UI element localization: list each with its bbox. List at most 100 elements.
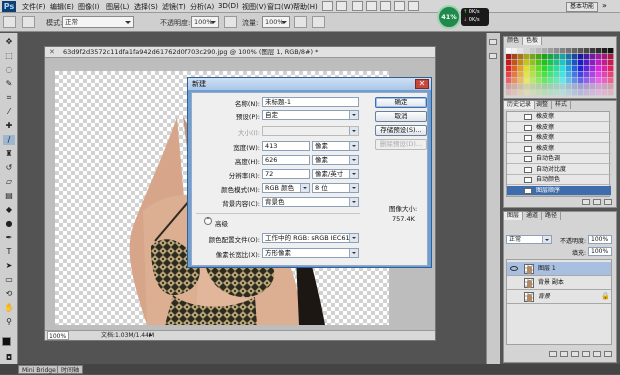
- menu-help[interactable]: 帮助(H): [293, 2, 318, 12]
- panel-collapsed-icon[interactable]: [489, 53, 497, 59]
- minibridge-icon[interactable]: [336, 1, 347, 11]
- color-swatch[interactable]: [596, 54, 602, 60]
- color-swatch[interactable]: [560, 78, 566, 84]
- color-swatch[interactable]: [584, 72, 590, 78]
- color-swatch[interactable]: [512, 72, 518, 78]
- color-swatch[interactable]: [536, 90, 542, 96]
- color-swatch[interactable]: [596, 66, 602, 72]
- new-layer-icon[interactable]: [593, 351, 601, 357]
- color-swatch[interactable]: [584, 60, 590, 66]
- color-swatch[interactable]: [524, 84, 530, 90]
- tab-paths[interactable]: 路径: [542, 212, 562, 220]
- layer-opacity-input[interactable]: 100%: [588, 235, 612, 244]
- color-swatch[interactable]: [548, 48, 554, 54]
- color-swatch[interactable]: [602, 60, 608, 66]
- color-swatch[interactable]: [524, 90, 530, 96]
- type-tool-icon[interactable]: T: [3, 247, 15, 257]
- tab-layers[interactable]: 图层: [504, 212, 524, 220]
- pressure-opacity-icon[interactable]: [224, 16, 237, 28]
- color-swatch[interactable]: [530, 84, 536, 90]
- shape-tool-icon[interactable]: ▭: [3, 275, 15, 285]
- dialog-close-icon[interactable]: ✕: [415, 79, 429, 89]
- color-swatch[interactable]: [530, 90, 536, 96]
- color-swatch[interactable]: [512, 66, 518, 72]
- color-swatch[interactable]: [518, 66, 524, 72]
- color-swatch[interactable]: [524, 54, 530, 60]
- color-swatch[interactable]: [566, 60, 572, 66]
- height-input[interactable]: 626: [262, 155, 310, 165]
- color-swatch[interactable]: [542, 78, 548, 84]
- color-swatch[interactable]: [608, 72, 614, 78]
- color-swatch[interactable]: [512, 54, 518, 60]
- delete-layer-icon[interactable]: [604, 351, 612, 357]
- color-swatch[interactable]: [578, 66, 584, 72]
- color-swatch[interactable]: [506, 84, 512, 90]
- width-unit-select[interactable]: 像素: [312, 141, 359, 151]
- resolution-input[interactable]: 72: [262, 169, 310, 179]
- color-swatch[interactable]: [602, 66, 608, 72]
- color-swatch[interactable]: [566, 54, 572, 60]
- screen-mode-icon[interactable]: [408, 1, 419, 11]
- color-swatch[interactable]: [572, 66, 578, 72]
- color-swatch[interactable]: [506, 54, 512, 60]
- color-swatch[interactable]: [584, 90, 590, 96]
- height-unit-select[interactable]: 像素: [312, 155, 359, 165]
- color-swatch[interactable]: [554, 84, 560, 90]
- layer-row-selected[interactable]: 图层 1: [507, 262, 611, 276]
- rotate-view-icon[interactable]: [380, 1, 391, 11]
- color-swatch[interactable]: [608, 48, 614, 54]
- pen-tool-icon[interactable]: ✒: [3, 233, 15, 243]
- new-group-icon[interactable]: [582, 351, 590, 357]
- color-swatch[interactable]: [542, 60, 548, 66]
- eraser-tool-icon[interactable]: ▱: [3, 177, 15, 187]
- color-swatch[interactable]: [608, 54, 614, 60]
- color-swatch[interactable]: [536, 60, 542, 66]
- color-swatch[interactable]: [524, 60, 530, 66]
- brush-preset-icon[interactable]: [22, 16, 35, 28]
- color-swatch[interactable]: [518, 48, 524, 54]
- color-swatch[interactable]: [608, 84, 614, 90]
- workspace-button[interactable]: 基本功能: [566, 2, 598, 12]
- tab-adjustments[interactable]: 调整: [533, 101, 553, 109]
- width-input[interactable]: 413: [262, 141, 310, 151]
- history-brush-tool-icon[interactable]: ↺: [3, 163, 15, 173]
- color-swatch[interactable]: [566, 72, 572, 78]
- color-swatch[interactable]: [596, 90, 602, 96]
- panel-collapsed-icon[interactable]: [489, 39, 497, 45]
- menu-layer[interactable]: 图层(L): [106, 2, 129, 12]
- color-swatch[interactable]: [608, 78, 614, 84]
- fill-input[interactable]: 100%: [588, 247, 612, 256]
- history-item[interactable]: 橡皮擦: [507, 112, 611, 122]
- color-swatch[interactable]: [578, 78, 584, 84]
- eyedropper-tool-icon[interactable]: ⁄: [3, 107, 15, 117]
- zoom-field[interactable]: 100%: [47, 331, 69, 340]
- swatch-grid[interactable]: [506, 48, 614, 96]
- quick-mask-icon[interactable]: ◘: [3, 353, 15, 362]
- tab-swatches[interactable]: 色板: [523, 37, 543, 45]
- menu-image[interactable]: 图像(I): [78, 2, 100, 12]
- color-swatch[interactable]: [560, 48, 566, 54]
- color-swatch[interactable]: [560, 60, 566, 66]
- menu-3d[interactable]: 3D(D): [218, 2, 239, 10]
- color-swatch[interactable]: [602, 84, 608, 90]
- color-swatch[interactable]: [572, 54, 578, 60]
- color-swatch[interactable]: [566, 66, 572, 72]
- menu-window[interactable]: 窗口(W): [267, 2, 293, 12]
- advanced-toggle-icon[interactable]: ⌃: [204, 217, 212, 225]
- color-swatch[interactable]: [554, 90, 560, 96]
- flow-input[interactable]: 100%: [262, 16, 290, 28]
- color-swatch[interactable]: [584, 78, 590, 84]
- airbrush-icon[interactable]: [294, 16, 307, 28]
- opacity-input[interactable]: 100%: [191, 16, 219, 28]
- color-swatch[interactable]: [590, 60, 596, 66]
- color-swatch[interactable]: [512, 84, 518, 90]
- color-swatch[interactable]: [542, 66, 548, 72]
- pixel-aspect-select[interactable]: 方形像素: [262, 248, 359, 258]
- color-swatch[interactable]: [518, 84, 524, 90]
- tool-preset-icon[interactable]: [3, 16, 16, 28]
- layer-row[interactable]: 背景 副本: [507, 276, 611, 290]
- color-swatch[interactable]: [554, 48, 560, 54]
- color-swatch[interactable]: [506, 60, 512, 66]
- tab-color[interactable]: 颜色: [504, 37, 524, 45]
- color-swatch[interactable]: [572, 48, 578, 54]
